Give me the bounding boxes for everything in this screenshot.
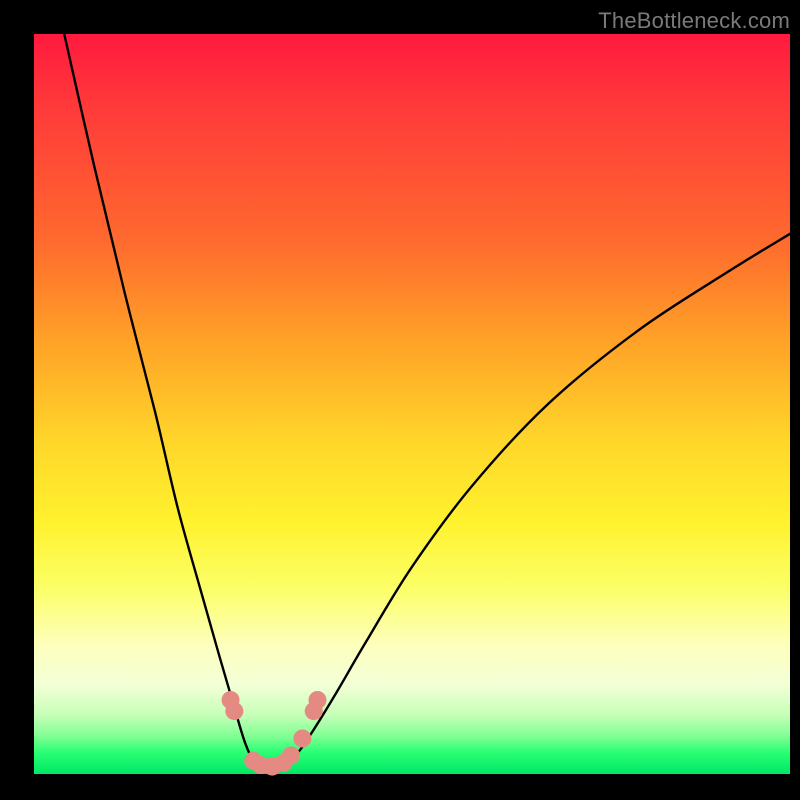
curve-marker (309, 691, 327, 709)
plot-area (34, 34, 790, 774)
curve-svg (34, 34, 790, 774)
chart-frame: TheBottleneck.com (0, 0, 800, 800)
watermark-text: TheBottleneck.com (598, 8, 790, 34)
curve-marker (282, 747, 300, 765)
curve-marker (293, 729, 311, 747)
bottleneck-curve (64, 34, 790, 770)
curve-marker (225, 702, 243, 720)
